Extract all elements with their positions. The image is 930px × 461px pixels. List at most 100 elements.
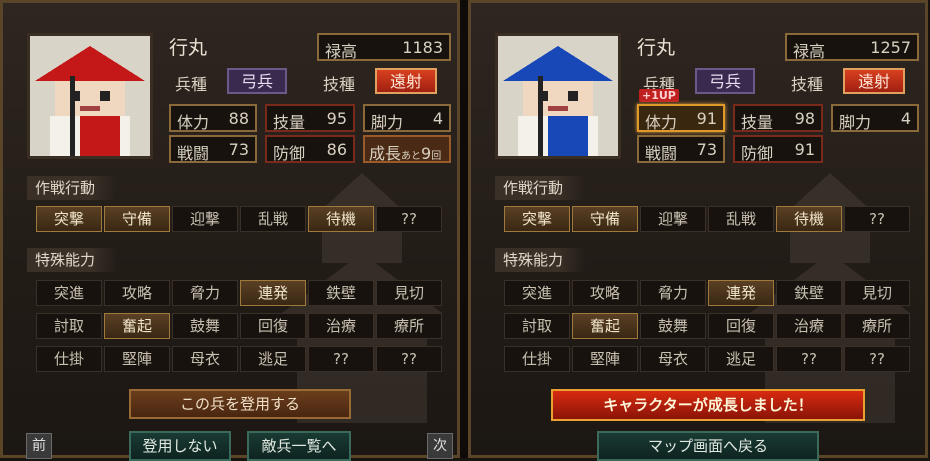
ability-button[interactable]: 討取 [504, 313, 570, 339]
ability-button[interactable]: 連発 [708, 280, 774, 306]
decline-button[interactable]: 登用しない [129, 431, 231, 461]
ability-button[interactable]: 攻略 [104, 280, 170, 306]
archer-portrait-icon [30, 36, 150, 156]
ability-button[interactable]: 療所 [376, 313, 442, 339]
prev-button[interactable]: 前 [26, 433, 52, 459]
ability-button[interactable]: 回復 [240, 313, 306, 339]
unit-panel-right: 行丸 禄高 1257 兵種 弓兵 技種 遠射 +1UP 体力 91 技量 98 … [468, 0, 928, 461]
unit-panel-left: 行丸 禄高 1183 兵種 弓兵 技種 遠射 体力 88 技量 95 脚力 4 … [0, 0, 460, 461]
panel-divider [460, 0, 468, 458]
stat-label: 技量 [741, 113, 774, 132]
tactics-title: 作戦行動 [27, 176, 117, 200]
tactic-button[interactable]: 迎撃 [640, 206, 706, 232]
ability-button[interactable]: 仕掛 [36, 346, 102, 372]
stipend-label: 禄高 [793, 42, 826, 61]
ability-button[interactable]: 突進 [504, 280, 570, 306]
tactic-button[interactable]: 突撃 [504, 206, 570, 232]
stat-label: 戦闘 [177, 144, 210, 163]
stipend-label: 禄高 [325, 42, 358, 61]
ability-button[interactable]: 鉄壁 [308, 280, 374, 306]
stat-hp: 体力 88 [169, 104, 257, 132]
growth-banner: キャラクターが成長しました！ [551, 389, 865, 421]
recruit-button[interactable]: この兵を登用する [129, 389, 351, 419]
unit-type-badge: 弓兵 [695, 68, 755, 94]
ability-button[interactable]: 鉄壁 [776, 280, 842, 306]
tactic-button[interactable]: 乱戦 [708, 206, 774, 232]
ability-button[interactable]: 逃足 [708, 346, 774, 372]
unit-type-label: 兵種 [175, 75, 208, 94]
stat-hp: 体力 91 [637, 104, 725, 132]
stipend-box: 禄高 1257 [785, 33, 919, 61]
stat-skill: 技量 95 [265, 104, 355, 132]
tactic-button[interactable]: 迎撃 [172, 206, 238, 232]
growth-small: あと [401, 151, 422, 162]
ability-button[interactable]: 鼓舞 [172, 313, 238, 339]
skill-type-label: 技種 [323, 75, 356, 94]
ability-button[interactable]: 堅陣 [572, 346, 638, 372]
tactic-button[interactable]: 乱戦 [240, 206, 306, 232]
growth-main: 成長 [369, 144, 402, 163]
ability-button[interactable]: 突進 [36, 280, 102, 306]
stat-value: 73 [228, 140, 249, 159]
ability-button[interactable]: 攻略 [572, 280, 638, 306]
tactic-button[interactable]: ?? [844, 206, 910, 232]
return-to-map-button[interactable]: マップ画面へ戻る [597, 431, 819, 461]
stat-value: 88 [228, 109, 249, 128]
stat-value: 98 [794, 109, 815, 128]
ability-button[interactable]: 脅力 [172, 280, 238, 306]
tactic-button[interactable]: ?? [376, 206, 442, 232]
ability-button[interactable]: 母衣 [172, 346, 238, 372]
tactic-button[interactable]: 守備 [572, 206, 638, 232]
ability-button[interactable]: 治療 [776, 313, 842, 339]
ability-button[interactable]: 堅陣 [104, 346, 170, 372]
stat-label: 防御 [741, 144, 774, 163]
ability-button[interactable]: 見切 [844, 280, 910, 306]
skill-type-badge: 遠射 [843, 68, 905, 94]
ability-button[interactable]: 脅力 [640, 280, 706, 306]
ability-button[interactable]: ?? [844, 346, 910, 372]
enemy-list-button[interactable]: 敵兵一覧へ [247, 431, 351, 461]
stat-value: 73 [696, 140, 717, 159]
stipend-value: 1183 [402, 38, 443, 57]
ability-button[interactable]: ?? [376, 346, 442, 372]
next-button[interactable]: 次 [427, 433, 453, 459]
ability-button[interactable]: 連発 [240, 280, 306, 306]
stat-defense: 防御 91 [733, 135, 823, 163]
ability-button[interactable]: ?? [776, 346, 842, 372]
growth-unit: 回 [431, 151, 442, 162]
stat-label: 脚力 [839, 113, 872, 132]
skill-type-badge: 遠射 [375, 68, 437, 94]
abilities-title: 特殊能力 [27, 248, 117, 272]
ability-button[interactable]: 奮起 [572, 313, 638, 339]
ability-button[interactable]: 逃足 [240, 346, 306, 372]
abilities-title: 特殊能力 [495, 248, 585, 272]
tactic-button[interactable]: 守備 [104, 206, 170, 232]
ability-button[interactable]: 仕掛 [504, 346, 570, 372]
tactics-title: 作戦行動 [495, 176, 585, 200]
tactic-button[interactable]: 待機 [308, 206, 374, 232]
growth-text: 成長あと9回 [369, 140, 441, 164]
tactic-button[interactable]: 待機 [776, 206, 842, 232]
stat-value: 91 [696, 109, 717, 128]
ability-button[interactable]: 鼓舞 [640, 313, 706, 339]
ability-button[interactable]: 母衣 [640, 346, 706, 372]
unit-type-badge: 弓兵 [227, 68, 287, 94]
ability-button[interactable]: 討取 [36, 313, 102, 339]
stat-battle: 戦闘 73 [169, 135, 257, 163]
ability-button[interactable]: 治療 [308, 313, 374, 339]
unit-portrait [27, 33, 153, 159]
levelup-indicator: +1UP [639, 89, 679, 102]
growth-remaining: 成長あと9回 [363, 135, 451, 163]
stipend-value: 1257 [870, 38, 911, 57]
stat-defense: 防御 86 [265, 135, 355, 163]
stat-label: 脚力 [371, 113, 404, 132]
ability-button[interactable]: ?? [308, 346, 374, 372]
stat-label: 防御 [273, 144, 306, 163]
ability-button[interactable]: 療所 [844, 313, 910, 339]
stat-label: 体力 [177, 113, 210, 132]
ability-button[interactable]: 見切 [376, 280, 442, 306]
stat-value: 95 [326, 109, 347, 128]
tactic-button[interactable]: 突撃 [36, 206, 102, 232]
ability-button[interactable]: 奮起 [104, 313, 170, 339]
ability-button[interactable]: 回復 [708, 313, 774, 339]
